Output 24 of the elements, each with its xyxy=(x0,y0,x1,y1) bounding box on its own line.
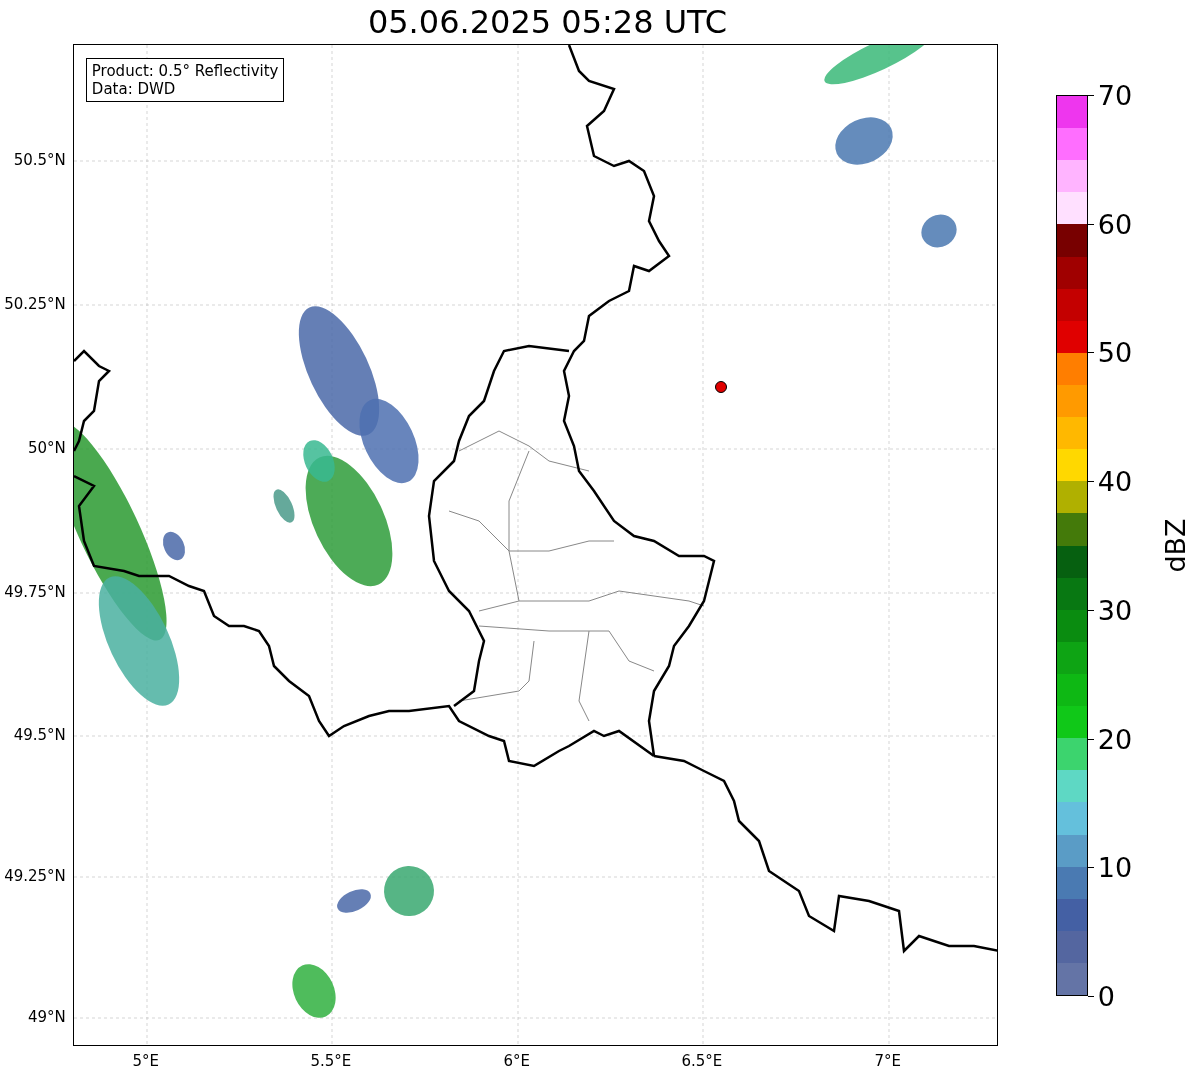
latitude-label: 49.75°N xyxy=(4,583,66,601)
legend-text: Data: DWD xyxy=(91,80,177,98)
latitude-label: 50.5°N xyxy=(13,151,66,169)
colorbar-tick-label: 0 xyxy=(1097,980,1115,1012)
latitude-label: 49°N xyxy=(28,1008,66,1026)
latitude-label: 49.5°N xyxy=(13,726,66,744)
colorbar-tick-label: 50 xyxy=(1097,336,1133,368)
colorbar-tick-label: 20 xyxy=(1097,723,1133,755)
legend-text: Product: 0.5° Reflectivity xyxy=(91,62,279,80)
longitude-label: 6.5°E xyxy=(681,1052,723,1070)
longitude-label: 6°E xyxy=(503,1052,531,1070)
chart-title: 05.06.2025 05:28 UTC xyxy=(366,2,729,43)
colorbar-tick-label: 60 xyxy=(1097,208,1133,240)
longitude-label: 7°E xyxy=(874,1052,902,1070)
latitude-label: 50°N xyxy=(28,439,66,457)
longitude-label: 5.5°E xyxy=(310,1052,352,1070)
colorbar-tick-label: 40 xyxy=(1097,465,1133,497)
longitude-label: 5°E xyxy=(132,1052,160,1070)
latitude-label: 49.25°N xyxy=(4,867,66,885)
colorbar-tick-label: 10 xyxy=(1097,851,1133,883)
colorbar-tick-label: 70 xyxy=(1097,79,1133,111)
latitude-label: 50.25°N xyxy=(4,295,66,313)
colorbar-label: dBZ xyxy=(1159,518,1191,573)
colorbar-tick-label: 30 xyxy=(1097,594,1133,626)
